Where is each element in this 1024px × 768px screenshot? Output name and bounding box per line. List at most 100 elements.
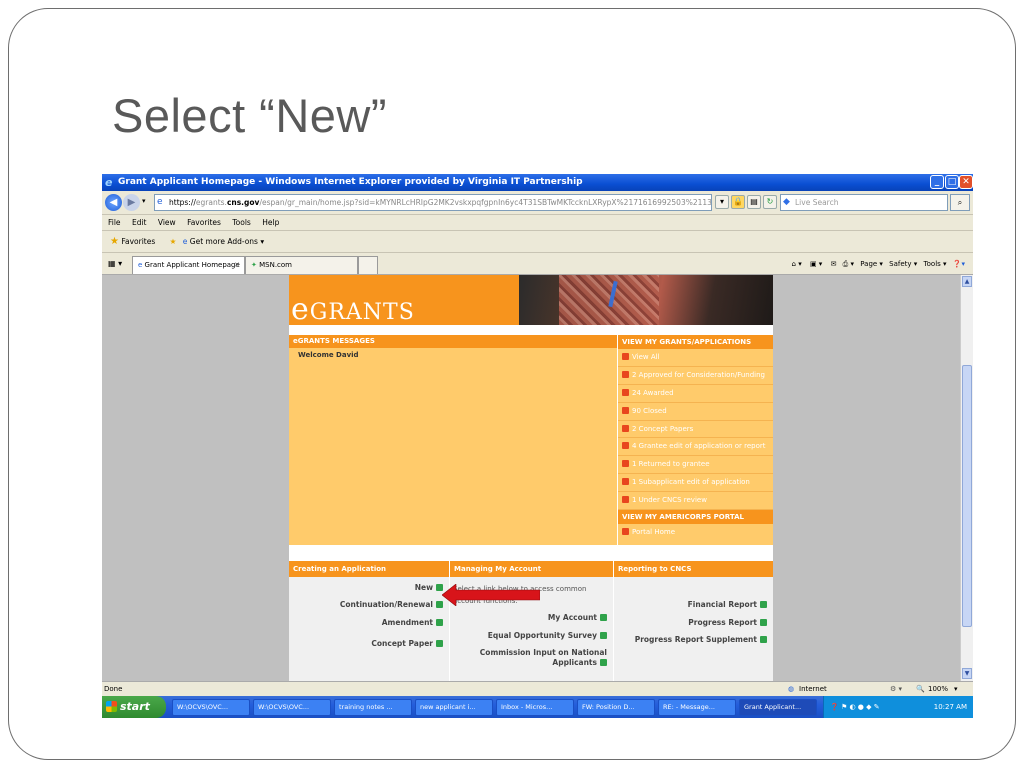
tab-bar: ▦ ▾ e Grant Applicant Homepage ✕ ✦ MSN.c…: [102, 253, 973, 275]
taskbar-item[interactable]: Inbox - Micros...: [496, 699, 574, 716]
quick-tabs-icon[interactable]: ▦ ▾: [108, 259, 122, 268]
zoom-icon[interactable]: 🔍: [916, 682, 925, 696]
refresh-icon[interactable]: ↻: [763, 195, 777, 209]
back-icon[interactable]: ◀: [105, 194, 122, 211]
taskbar-item[interactable]: W:\OCVS\OVC...: [172, 699, 250, 716]
menu-edit[interactable]: Edit: [132, 218, 147, 227]
scroll-up-icon[interactable]: ▲: [962, 276, 972, 287]
grant-link[interactable]: 1 Returned to grantee: [618, 456, 773, 475]
lock-icon[interactable]: 🔒: [731, 195, 745, 209]
arrow-bullet-icon: [622, 406, 629, 414]
clock: 10:27 AM: [933, 703, 967, 711]
portal-home-link[interactable]: Portal Home: [618, 524, 773, 542]
menu-help[interactable]: Help: [262, 218, 279, 227]
maximize-icon[interactable]: □: [945, 175, 959, 189]
command-bar: ⌂ ▾ ▣ ▾ ✉ ⎙ ▾ Page ▾ Safety ▾ Tools ▾ ❓▾: [792, 257, 965, 271]
menu-view[interactable]: View: [158, 218, 176, 227]
print-icon[interactable]: ⎙ ▾: [843, 260, 854, 268]
grant-link[interactable]: View All: [618, 349, 773, 367]
taskbar-item[interactable]: training notes ...: [334, 699, 412, 716]
msn-icon: ✦: [251, 261, 257, 269]
tab-msn[interactable]: ✦ MSN.com: [245, 256, 358, 274]
forward-icon[interactable]: ▶: [123, 194, 140, 211]
status-text: Done: [104, 685, 123, 693]
tray-icons[interactable]: ❓ ⚑ ◐ ● ◆ ✎: [830, 696, 880, 718]
search-icon[interactable]: ⌕: [950, 194, 970, 211]
green-arrow-icon: [760, 619, 767, 626]
taskbar-item[interactable]: RE: - Message...: [658, 699, 736, 716]
add-favorite-icon[interactable]: ★: [170, 237, 177, 246]
status-bar: Done ◍ Internet ⚙ ▾ 🔍 100% ▾: [102, 681, 973, 696]
get-addons-button[interactable]: Get more Add-ons ▾: [190, 237, 264, 246]
progress-report-supplement-link[interactable]: Progress Report Supplement: [635, 635, 767, 644]
addons-page-icon: e: [182, 237, 188, 246]
zoom-dropdown-icon[interactable]: ▾: [954, 682, 958, 696]
tab-grant-applicant-homepage[interactable]: e Grant Applicant Homepage ✕: [132, 256, 245, 274]
green-arrow-icon: [436, 619, 443, 626]
start-button[interactable]: start: [102, 696, 166, 718]
egrants-page: EGRANTS eGRANTS MESSAGES Welcome David V…: [289, 275, 773, 681]
tools-menu[interactable]: Tools ▾: [924, 260, 947, 268]
taskbar-item[interactable]: new applicant i...: [415, 699, 493, 716]
minimize-icon[interactable]: _: [930, 175, 944, 189]
feeds-icon[interactable]: ▣ ▾: [810, 260, 822, 268]
grant-link[interactable]: 4 Grantee edit of application or report: [618, 438, 773, 457]
taskbar-item-active[interactable]: Grant Applicant...: [739, 699, 817, 716]
ie-logo-icon: e: [105, 176, 113, 189]
grant-link[interactable]: 2 Concept Papers: [618, 421, 773, 439]
search-input[interactable]: ◆ Live Search: [780, 194, 948, 211]
progress-report-link[interactable]: Progress Report: [688, 618, 767, 627]
menu-favorites[interactable]: Favorites: [187, 218, 221, 227]
creating-header: Creating an Application: [289, 561, 449, 577]
system-tray: ❓ ⚑ ◐ ● ◆ ✎ 10:27 AM: [823, 696, 973, 718]
taskbar-item[interactable]: FW: Position D...: [577, 699, 655, 716]
continuation-renewal-link[interactable]: Continuation/Renewal: [340, 600, 443, 609]
grant-link[interactable]: 1 Subapplicant edit of application: [618, 474, 773, 493]
compatibility-icon[interactable]: ▤: [747, 195, 761, 209]
eo-survey-link[interactable]: Equal Opportunity Survey: [488, 631, 607, 640]
amendment-link[interactable]: Amendment: [382, 618, 443, 627]
grant-link[interactable]: 1 Under CNCS review: [618, 492, 773, 511]
browser-screenshot: e Grant Applicant Homepage - Windows Int…: [102, 174, 973, 718]
scroll-down-icon[interactable]: ▼: [962, 668, 972, 679]
arrow-bullet-icon: [622, 442, 629, 450]
my-account-link[interactable]: My Account: [548, 613, 607, 622]
new-application-link[interactable]: New: [415, 583, 443, 592]
vertical-scrollbar[interactable]: ▲ ▼: [960, 275, 973, 681]
grant-link[interactable]: 24 Awarded: [618, 385, 773, 403]
page-menu[interactable]: Page ▾: [860, 260, 883, 268]
favorites-star-icon[interactable]: ★: [110, 236, 119, 247]
safety-menu[interactable]: Safety ▾: [889, 260, 917, 268]
arrow-bullet-icon: [622, 460, 629, 468]
help-icon[interactable]: ❓▾: [953, 260, 965, 268]
protected-mode-icon[interactable]: ⚙ ▾: [890, 682, 902, 696]
commission-input-link[interactable]: Commission Input on National Applicants: [467, 648, 607, 668]
close-icon[interactable]: ✕: [959, 175, 973, 189]
recent-pages-icon[interactable]: ▾: [142, 197, 146, 205]
grant-link[interactable]: 90 Closed: [618, 403, 773, 421]
dropdown-icon[interactable]: ▾: [715, 195, 729, 209]
arrow-bullet-icon: [622, 424, 629, 432]
welcome-text: Welcome David: [298, 351, 359, 359]
tab-close-icon[interactable]: ✕: [234, 257, 240, 273]
financial-report-link[interactable]: Financial Report: [688, 600, 767, 609]
new-tab-button[interactable]: [358, 256, 378, 274]
reporting-column: Financial Report Progress Report Progres…: [614, 577, 773, 681]
mail-icon[interactable]: ✉: [831, 260, 837, 268]
arrow-bullet-icon: [622, 478, 629, 486]
favorites-button[interactable]: Favorites: [121, 237, 155, 246]
zoom-level[interactable]: 100%: [928, 682, 948, 696]
green-arrow-icon: [600, 614, 607, 621]
url-input[interactable]: e https://egrants.cns.gov/espan/gr_main/…: [154, 194, 712, 211]
banner-photo: [519, 275, 773, 325]
slide-title: Select “New”: [112, 89, 388, 142]
messages-header: eGRANTS MESSAGES: [289, 335, 617, 348]
concept-paper-link[interactable]: Concept Paper: [371, 639, 443, 648]
grant-link[interactable]: 2 Approved for Consideration/Funding: [618, 367, 773, 385]
menu-file[interactable]: File: [108, 218, 121, 227]
arrow-bullet-icon: [622, 388, 629, 396]
taskbar-item[interactable]: W:\OCVS\OVC...: [253, 699, 331, 716]
home-icon[interactable]: ⌂ ▾: [792, 260, 802, 268]
scroll-thumb[interactable]: [962, 365, 972, 627]
menu-tools[interactable]: Tools: [232, 218, 250, 227]
